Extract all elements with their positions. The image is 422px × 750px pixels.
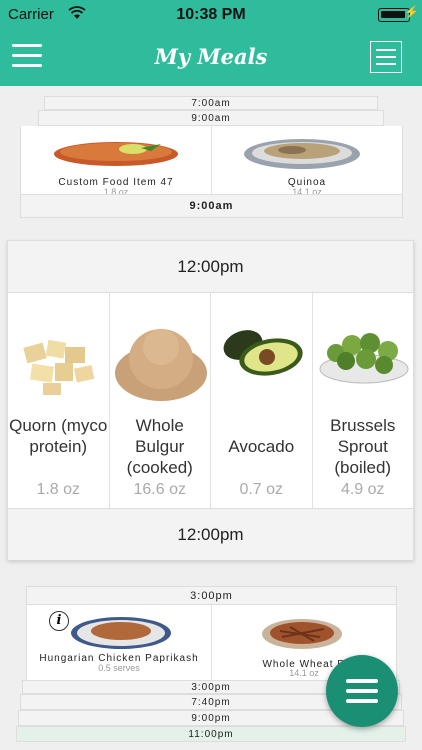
- food-name: Whole Bulgur (cooked): [126, 416, 193, 477]
- food-item[interactable]: Brussels Sprout (boiled) 4.9 oz: [313, 293, 414, 508]
- food-quantity: 4.9 oz: [340, 481, 385, 498]
- food-name: Quorn (myco protein): [9, 416, 108, 456]
- info-icon[interactable]: i: [49, 611, 69, 631]
- navigation-bar: My Meals: [0, 30, 422, 86]
- meal-items-row: Quorn (myco protein) 1.8 oz Whole Bulgur…: [8, 293, 413, 508]
- food-item[interactable]: Quinoa 14.1 oz: [212, 126, 402, 197]
- food-image: [223, 330, 303, 376]
- food-image: [262, 619, 342, 649]
- floating-menu-button[interactable]: [326, 655, 398, 727]
- meal-footer[interactable]: 12:00pm: [8, 508, 413, 560]
- clock: 10:38 PM: [176, 6, 246, 23]
- meal-card: 12:00pm Quorn (myco protein) 1.8 oz Whol…: [7, 240, 414, 560]
- meal-time-label: 9:00pm: [191, 713, 231, 724]
- status-bar: Carrier 10:38 PM ⚡: [0, 0, 422, 30]
- food-item[interactable]: Avocado 0.7 oz: [211, 293, 313, 508]
- charging-icon: ⚡: [404, 5, 419, 19]
- page-title: My Meals: [154, 44, 268, 69]
- food-image: [71, 617, 171, 649]
- meal-layer[interactable]: 7:00am: [44, 96, 378, 110]
- food-item[interactable]: Quorn (myco protein) 1.8 oz: [8, 293, 110, 508]
- food-quantity: 16.6 oz: [133, 481, 186, 498]
- food-image: [23, 339, 95, 395]
- food-quantity: 1.8 oz: [36, 481, 81, 498]
- meal-time-label: 3:00pm: [190, 590, 233, 602]
- meal-time-label: 11:00pm: [188, 729, 234, 740]
- meal-layer[interactable]: 9:00am: [38, 110, 384, 126]
- food-name: Avocado: [228, 437, 295, 456]
- meal-items-row: Custom Food Item 47 1.8 oz Quinoa 14.1 o…: [20, 126, 403, 197]
- food-image: [54, 142, 178, 166]
- food-image: [114, 329, 207, 401]
- food-item[interactable]: Custom Food Item 47 1.8 oz: [21, 126, 212, 197]
- food-image: [244, 139, 360, 169]
- meal-time-label: 9:00am: [189, 200, 234, 212]
- food-name: Brussels Sprout (boiled): [330, 416, 396, 477]
- meal-time-label: 3:00pm: [191, 682, 231, 693]
- food-item[interactable]: Whole Bulgur (cooked) 16.6 oz: [110, 293, 211, 508]
- meal-time-label: 9:00am: [191, 113, 231, 124]
- meal-header[interactable]: 3:00pm: [26, 586, 397, 605]
- meal-time-label: 7:40pm: [191, 697, 231, 708]
- meal-time-label: 7:00am: [191, 98, 231, 109]
- food-image: [319, 333, 408, 384]
- meal-header[interactable]: 12:00pm: [8, 241, 413, 293]
- food-quantity: 0.5 serves: [98, 663, 140, 673]
- food-quantity: 0.7 oz: [239, 481, 284, 498]
- list-view-icon[interactable]: [370, 41, 402, 73]
- meal-footer[interactable]: 9:00am: [20, 194, 403, 218]
- meal-layer[interactable]: 11:00pm: [16, 726, 406, 742]
- food-item[interactable]: i Hungarian Chicken Paprikash 0.5 serves: [27, 605, 212, 680]
